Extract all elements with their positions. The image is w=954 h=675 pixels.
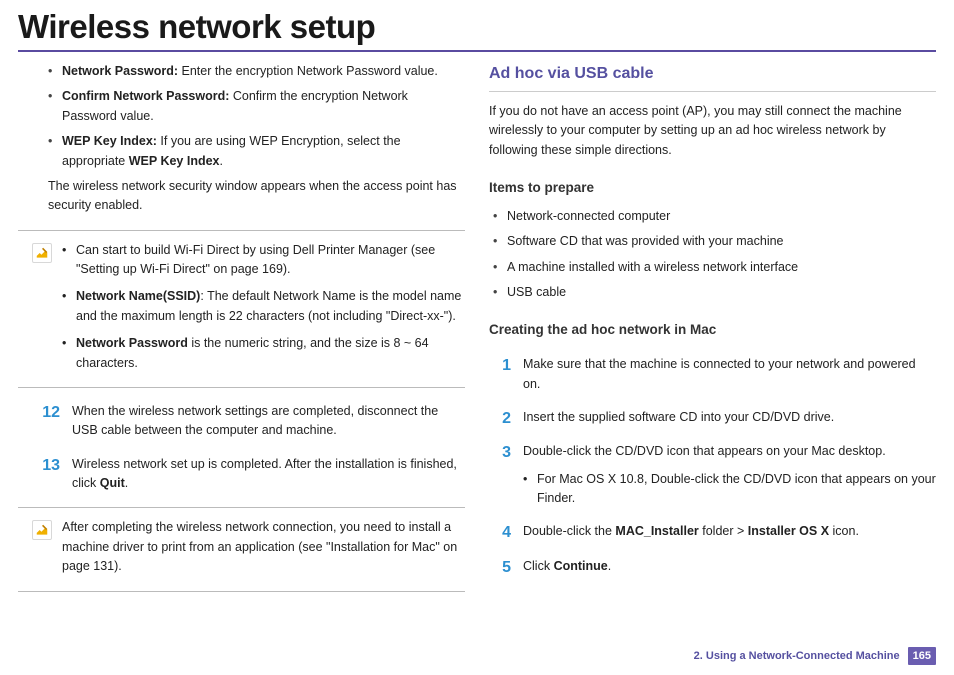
step-body: When the wireless network settings are c… xyxy=(72,402,465,441)
list-item: Network-connected computer xyxy=(493,207,936,226)
items-list: Network-connected computer Software CD t… xyxy=(489,207,936,303)
step-text-b: . xyxy=(608,559,611,573)
intro-paragraph: If you do not have an access point (AP),… xyxy=(489,102,936,160)
step-number: 4 xyxy=(489,522,511,542)
step-number: 1 xyxy=(489,355,511,394)
right-column: Ad hoc via USB cable If you do not have … xyxy=(489,62,936,602)
step-body: Double-click the MAC_Installer folder > … xyxy=(523,522,936,542)
note-label: Network Password xyxy=(76,336,188,350)
step-text-bold: Continue xyxy=(554,559,608,573)
list-item: Software CD that was provided with your … xyxy=(493,232,936,251)
numbered-step: 4 Double-click the MAC_Installer folder … xyxy=(489,522,936,542)
list-item: USB cable xyxy=(493,283,936,302)
step-body: Double-click the CD/DVD icon that appear… xyxy=(523,442,936,508)
numbered-step: 12 When the wireless network settings ar… xyxy=(18,402,465,441)
note-text-a: Can start to build Wi-Fi Direct by using xyxy=(76,243,293,257)
list-item: WEP Key Index: If you are using WEP Encr… xyxy=(48,132,465,171)
numbered-step: 5 Click Continue. xyxy=(489,557,936,577)
field-label: WEP Key Index: xyxy=(62,134,157,148)
step-text-b: . xyxy=(125,476,128,490)
divider xyxy=(18,230,465,231)
numbered-step: 1 Make sure that the machine is connecte… xyxy=(489,355,936,394)
note-item: Can start to build Wi-Fi Direct by using… xyxy=(62,241,465,280)
left-column: Network Password: Enter the encryption N… xyxy=(18,62,465,602)
step-text-bold: MAC_Installer xyxy=(615,524,698,538)
divider xyxy=(18,507,465,508)
field-definitions-list: Network Password: Enter the encryption N… xyxy=(18,62,465,171)
note-item: Network Password is the numeric string, … xyxy=(62,334,465,373)
numbered-step: 3 Double-click the CD/DVD icon that appe… xyxy=(489,442,936,508)
note-item: Network Name(SSID): The default Network … xyxy=(62,287,465,326)
step-number: 12 xyxy=(38,402,60,441)
note-block-driver: After completing the wireless network co… xyxy=(18,518,465,576)
field-text: Enter the encryption Network Password va… xyxy=(178,64,438,78)
page-footer: 2. Using a Network-Connected Machine 165 xyxy=(694,647,936,665)
content-columns: Network Password: Enter the encryption N… xyxy=(0,52,954,602)
field-label: Network Password: xyxy=(62,64,178,78)
step-text-bold: Installer OS X xyxy=(748,524,829,538)
step-number: 3 xyxy=(489,442,511,508)
step-text-b: icon. xyxy=(829,524,859,538)
step-text-a: Wireless network set up is completed. Af… xyxy=(72,457,457,490)
note-link-text: Dell Printer Manager xyxy=(293,243,408,257)
section-heading-adhoc: Ad hoc via USB cable xyxy=(489,62,936,92)
note-block-wifi-direct: Can start to build Wi-Fi Direct by using… xyxy=(18,241,465,373)
step-text-a: Double-click the xyxy=(523,524,615,538)
page-title: Wireless network setup xyxy=(18,8,936,46)
numbered-step: 2 Insert the supplied software CD into y… xyxy=(489,408,936,428)
list-item: Network Password: Enter the encryption N… xyxy=(48,62,465,81)
list-item: A machine installed with a wireless netw… xyxy=(493,258,936,277)
field-tail: . xyxy=(220,154,223,168)
divider xyxy=(18,387,465,388)
note-label: Network Name(SSID) xyxy=(76,289,200,303)
step-body: Insert the supplied software CD into you… xyxy=(523,408,936,428)
step-text-a: Click xyxy=(523,559,554,573)
step-body: Make sure that the machine is connected … xyxy=(523,355,936,394)
list-item: Confirm Network Password: Confirm the en… xyxy=(48,87,465,126)
security-paragraph: The wireless network security window app… xyxy=(18,177,465,216)
divider xyxy=(18,591,465,592)
step-number: 5 xyxy=(489,557,511,577)
step-body: Click Continue. xyxy=(523,557,936,577)
note-text: After completing the wireless network co… xyxy=(62,518,465,576)
field-label-2: WEP Key Index xyxy=(129,154,220,168)
step-number: 2 xyxy=(489,408,511,428)
step-text-bold: Quit xyxy=(100,476,125,490)
step-sub-bullet: For Mac OS X 10.8, Double-click the CD/D… xyxy=(523,470,936,509)
field-label: Confirm Network Password: xyxy=(62,89,229,103)
chapter-label: 2. Using a Network-Connected Machine xyxy=(694,650,900,662)
step-text-mid: folder > xyxy=(699,524,748,538)
step-text: Double-click the CD/DVD icon that appear… xyxy=(523,444,886,458)
subsection-heading-create: Creating the ad hoc network in Mac xyxy=(489,320,936,341)
note-icon xyxy=(32,520,52,540)
page-number: 165 xyxy=(908,647,936,665)
numbered-step: 13 Wireless network set up is completed.… xyxy=(18,455,465,494)
step-body: Wireless network set up is completed. Af… xyxy=(72,455,465,494)
page-header: Wireless network setup xyxy=(0,0,954,48)
step-number: 13 xyxy=(38,455,60,494)
note-icon xyxy=(32,243,52,263)
subsection-heading-items: Items to prepare xyxy=(489,178,936,199)
